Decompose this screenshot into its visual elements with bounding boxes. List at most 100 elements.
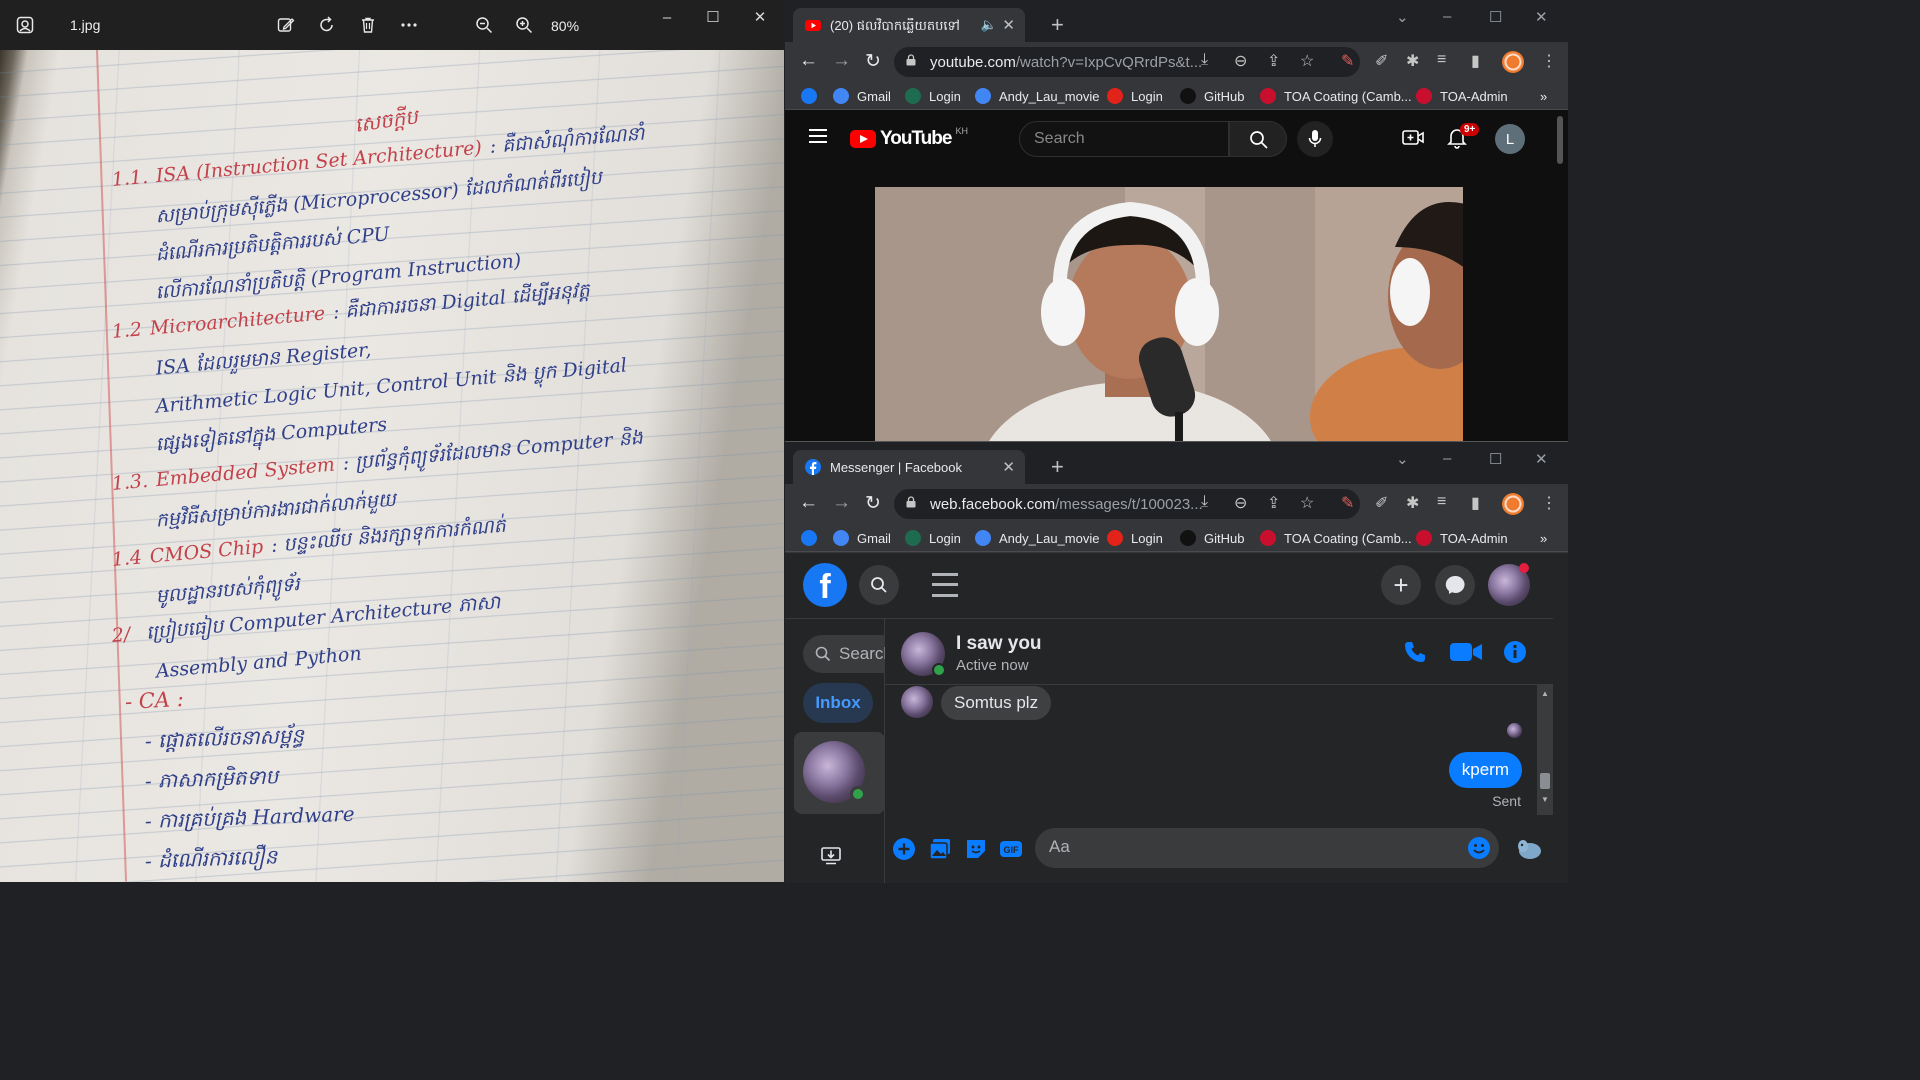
puzzle-icon[interactable]: ✱: [1406, 493, 1419, 513]
bookmark-item[interactable]: Login: [1107, 87, 1163, 105]
bookmark-item[interactable]: [801, 529, 817, 547]
forward-icon[interactable]: →: [832, 50, 851, 72]
emoji-icon[interactable]: [1467, 836, 1491, 860]
bookmark-item[interactable]: TOA Coating (Camb...: [1260, 87, 1412, 105]
close-button[interactable]: ✕: [745, 6, 775, 28]
inbox-tab[interactable]: Inbox: [803, 683, 873, 723]
close-button[interactable]: ✕: [1535, 8, 1548, 26]
conversation-item[interactable]: [794, 732, 885, 814]
message-input-box[interactable]: [1035, 828, 1499, 868]
bookmark-item[interactable]: GitHub: [1180, 87, 1244, 105]
tab-close-icon[interactable]: ✕: [1002, 458, 1015, 476]
bookmark-item[interactable]: Login: [905, 529, 961, 547]
chat-name[interactable]: I saw you: [956, 633, 1042, 655]
delete-icon[interactable]: [356, 13, 380, 37]
tab-youtube[interactable]: (20) ផលវិបាកឆ្លើយតបទៅ 🔈 ✕: [793, 8, 1025, 42]
maximize-button[interactable]: ☐: [1489, 8, 1502, 26]
scrollbar[interactable]: ▲ ▼: [1537, 685, 1553, 815]
menu-icon[interactable]: [932, 573, 958, 597]
minimize-button[interactable]: –: [1443, 8, 1451, 25]
incoming-message[interactable]: Somtus plz: [941, 686, 1052, 720]
bookmarks-overflow-icon[interactable]: »: [1540, 529, 1547, 547]
bookmark-item[interactable]: Login: [905, 87, 961, 105]
youtube-logo[interactable]: YouTube KH: [850, 126, 968, 150]
address-bar[interactable]: youtube.com/watch?v=IxpCvQRrdPs&t...: [894, 47, 1360, 77]
pen-extension-icon[interactable]: ✐: [1375, 51, 1388, 71]
add-icon[interactable]: [892, 837, 916, 861]
reaction-icon[interactable]: [1515, 835, 1543, 863]
extension-icon[interactable]: ✎: [1341, 493, 1354, 513]
bookmark-star-icon[interactable]: ☆: [1300, 51, 1314, 71]
reload-icon[interactable]: ↻: [865, 50, 881, 73]
share-icon[interactable]: ⇪: [1267, 493, 1280, 513]
scrollbar[interactable]: [1557, 116, 1563, 164]
maximize-button[interactable]: ☐: [1489, 450, 1502, 468]
back-icon[interactable]: ←: [799, 492, 818, 514]
search-box[interactable]: [1019, 121, 1229, 157]
reload-icon[interactable]: ↻: [865, 492, 881, 515]
media-icon[interactable]: ≡: [1437, 51, 1446, 69]
tab-search-icon[interactable]: ⌄: [1396, 450, 1409, 468]
profile-avatar[interactable]: [1502, 493, 1524, 515]
bookmark-item[interactable]: [801, 87, 817, 105]
bookmark-item[interactable]: Andy_Lau_movie: [975, 87, 1099, 105]
zoom-icon[interactable]: ⊖: [1234, 51, 1247, 71]
photo-icon[interactable]: [928, 837, 952, 861]
side-panel-icon[interactable]: ▮: [1471, 51, 1480, 71]
bookmark-item[interactable]: TOA-Admin: [1416, 529, 1508, 547]
facebook-logo-icon[interactable]: f: [803, 563, 847, 607]
extension-icon[interactable]: ✎: [1341, 51, 1354, 71]
zoom-out-icon[interactable]: [472, 13, 496, 37]
zoom-icon[interactable]: ⊖: [1234, 493, 1247, 513]
tab-search-icon[interactable]: ⌄: [1396, 8, 1409, 26]
menu-icon[interactable]: ⋮: [1541, 493, 1557, 513]
gif-icon[interactable]: GIF: [999, 837, 1023, 861]
bookmark-item[interactable]: GitHub: [1180, 529, 1244, 547]
minimize-button[interactable]: –: [652, 6, 682, 28]
voice-call-icon[interactable]: [1403, 640, 1427, 664]
install-app-icon[interactable]: [821, 847, 841, 865]
message-input[interactable]: [1035, 828, 1455, 866]
info-icon[interactable]: [1503, 640, 1527, 664]
rotate-icon[interactable]: [315, 13, 339, 37]
bookmark-star-icon[interactable]: ☆: [1300, 493, 1314, 513]
bookmark-item[interactable]: Gmail: [833, 529, 891, 547]
mute-icon[interactable]: 🔈: [981, 17, 997, 33]
hamburger-menu-icon[interactable]: [809, 129, 827, 143]
media-icon[interactable]: ≡: [1437, 493, 1446, 511]
video-player[interactable]: [875, 187, 1463, 441]
photos-app-icon[interactable]: [13, 13, 37, 37]
close-button[interactable]: ✕: [1535, 450, 1548, 468]
account-avatar[interactable]: L: [1495, 124, 1525, 154]
bookmark-item[interactable]: TOA Coating (Camb...: [1260, 529, 1412, 547]
edit-icon[interactable]: [274, 13, 298, 37]
pen-extension-icon[interactable]: ✐: [1375, 493, 1388, 513]
bookmark-item[interactable]: Login: [1107, 529, 1163, 547]
bookmark-item[interactable]: Gmail: [833, 87, 891, 105]
bookmark-item[interactable]: Andy_Lau_movie: [975, 529, 1099, 547]
puzzle-icon[interactable]: ✱: [1406, 51, 1419, 71]
search-button[interactable]: [1229, 121, 1287, 157]
side-panel-icon[interactable]: ▮: [1471, 493, 1480, 513]
video-call-icon[interactable]: [1449, 641, 1483, 663]
menu-icon[interactable]: ⋮: [1541, 51, 1557, 71]
forward-icon[interactable]: →: [832, 492, 851, 514]
messenger-icon[interactable]: [1435, 565, 1475, 605]
create-icon[interactable]: +: [1381, 565, 1421, 605]
create-video-icon[interactable]: [1402, 128, 1424, 148]
more-icon[interactable]: [397, 13, 421, 37]
search-input[interactable]: [1020, 122, 1220, 156]
tab-messenger[interactable]: Messenger | Facebook ✕: [793, 450, 1025, 484]
install-icon[interactable]: ⤓: [1201, 51, 1208, 69]
zoom-level[interactable]: 80%: [551, 18, 579, 34]
sticker-icon[interactable]: [964, 837, 988, 861]
zoom-in-icon[interactable]: [512, 13, 536, 37]
profile-avatar[interactable]: [1502, 51, 1524, 73]
voice-search-button[interactable]: [1297, 121, 1333, 157]
maximize-button[interactable]: ☐: [698, 6, 728, 28]
outgoing-message[interactable]: kperm: [1448, 752, 1522, 788]
new-tab-button[interactable]: +: [1051, 454, 1064, 480]
share-icon[interactable]: ⇪: [1267, 51, 1280, 71]
bookmarks-overflow-icon[interactable]: »: [1540, 87, 1547, 105]
chat-search-input[interactable]: Search: [803, 635, 885, 673]
